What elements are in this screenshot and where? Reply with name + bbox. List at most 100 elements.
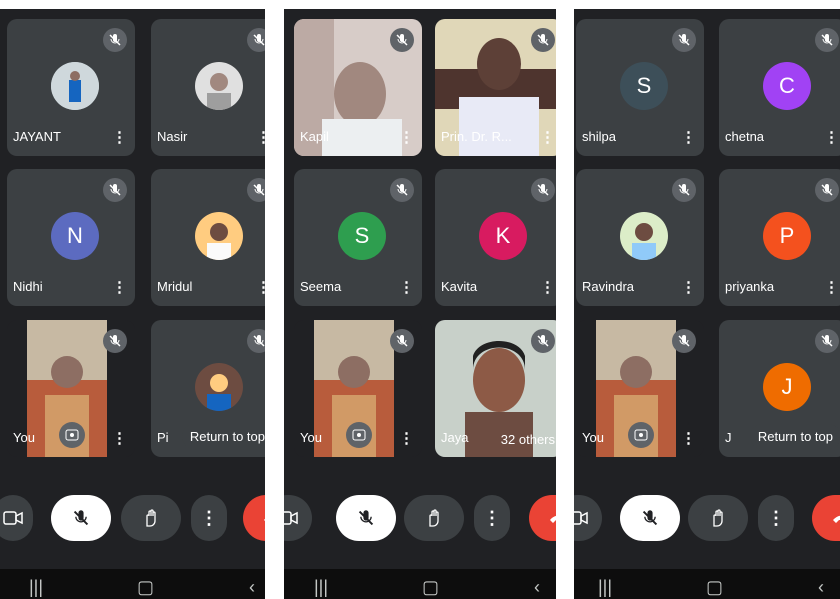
participant-tile[interactable]: Prin. Dr. R... ⋮	[435, 19, 556, 156]
more-options-icon[interactable]: ⋮	[112, 280, 127, 295]
self-view-tile[interactable]: You ⋮	[576, 320, 704, 457]
back-icon[interactable]: ‹	[818, 577, 824, 598]
more-options-icon[interactable]: ⋮	[540, 130, 555, 145]
more-options-icon[interactable]: ⋮	[112, 431, 127, 446]
participant-tile[interactable]: Pi Return to top	[151, 320, 265, 457]
self-view-tile[interactable]: You ⋮	[294, 320, 422, 457]
raise-hand-button[interactable]	[121, 495, 181, 541]
home-icon[interactable]: ▢	[706, 577, 723, 598]
raise-hand-button[interactable]	[688, 495, 748, 541]
mic-muted-icon	[247, 329, 265, 353]
participant-tile[interactable]: JAYANT ⋮	[7, 19, 135, 156]
raise-hand-button[interactable]	[404, 495, 464, 541]
recent-apps-icon[interactable]: |||	[598, 577, 612, 598]
return-to-top-button[interactable]: Return to top	[749, 424, 840, 449]
more-options-button[interactable]: ⋮	[758, 495, 794, 541]
more-options-icon[interactable]: ⋮	[112, 130, 127, 145]
more-options-icon[interactable]: ⋮	[399, 431, 414, 446]
end-call-button[interactable]	[243, 495, 265, 541]
participant-name: Kavita	[441, 279, 478, 294]
recent-apps-icon[interactable]: |||	[314, 577, 328, 598]
mic-toggle-button[interactable]	[51, 495, 111, 541]
participant-tile[interactable]: S Seema ⋮	[294, 169, 422, 306]
mic-muted-icon	[672, 28, 696, 52]
participant-tile[interactable]: P priyanka ⋮	[719, 169, 840, 306]
more-options-icon[interactable]: ⋮	[681, 280, 696, 295]
raise-hand-icon	[713, 509, 723, 527]
home-icon[interactable]: ▢	[137, 577, 154, 598]
participant-tile[interactable]: Ravindra ⋮	[576, 169, 704, 306]
camera-button[interactable]	[284, 495, 312, 541]
participant-name: Mridul	[157, 279, 193, 294]
self-view-tile[interactable]: You ⋮	[7, 320, 135, 457]
end-call-button[interactable]	[529, 495, 556, 541]
effects-icon[interactable]	[346, 422, 372, 448]
participant-tile[interactable]: S shilpa ⋮	[576, 19, 704, 156]
mic-muted-icon	[103, 329, 127, 353]
more-options-icon[interactable]: ⋮	[681, 431, 696, 446]
participant-avatar: S	[338, 212, 386, 260]
participant-name: chetna	[725, 129, 765, 144]
avatar-letter: N	[67, 223, 83, 248]
system-nav-bar: ||| ▢ ‹	[284, 569, 556, 599]
more-options-icon[interactable]: ⋮	[824, 130, 839, 145]
effects-icon[interactable]	[628, 422, 654, 448]
more-options-icon[interactable]: ⋮	[256, 130, 265, 145]
camera-button[interactable]	[574, 495, 602, 541]
end-call-icon	[550, 515, 556, 523]
home-icon[interactable]: ▢	[422, 577, 439, 598]
participant-tile[interactable]: J J Return to top	[719, 320, 840, 457]
back-icon[interactable]: ‹	[249, 577, 255, 598]
avatar-letter: S	[636, 73, 652, 98]
effects-icon[interactable]	[59, 422, 85, 448]
participant-name: You	[582, 430, 604, 445]
participant-name: JAYANT	[13, 129, 61, 144]
end-call-icon	[264, 519, 265, 521]
participant-tile[interactable]: Mridul ⋮	[151, 169, 265, 306]
participant-tile[interactable]: Jaya 32 others	[435, 320, 556, 457]
more-options-icon[interactable]: ⋮	[681, 130, 696, 145]
recent-apps-icon[interactable]: |||	[29, 577, 43, 598]
participant-avatar	[195, 363, 243, 411]
participant-tile[interactable]: C chetna ⋮	[719, 19, 840, 156]
mic-toggle-button[interactable]	[336, 495, 396, 541]
participant-name: Kapil	[300, 129, 329, 144]
avatar-letter: J	[781, 374, 793, 399]
meet-screen-2: Kapil ⋮ Prin. Dr. R... ⋮ S Seema ⋮ K Kav…	[284, 9, 556, 599]
more-options-icon[interactable]: ⋮	[256, 280, 265, 295]
more-options-button[interactable]: ⋮	[474, 495, 510, 541]
avatar-letter: S	[354, 223, 370, 248]
more-options-icon[interactable]: ⋮	[540, 280, 555, 295]
camera-button[interactable]	[0, 495, 33, 541]
participant-name: You	[300, 430, 322, 445]
back-icon[interactable]: ‹	[534, 577, 540, 598]
participant-name: Nidhi	[13, 279, 43, 294]
participant-name: Seema	[300, 279, 342, 294]
others-count[interactable]: 32 others	[501, 432, 555, 447]
mic-muted-icon	[390, 178, 414, 202]
participant-name: priyanka	[725, 279, 775, 294]
mic-off-icon	[73, 510, 89, 526]
end-call-button[interactable]	[812, 495, 840, 541]
more-options-icon[interactable]: ⋮	[399, 130, 414, 145]
avatar-letter: P	[779, 223, 795, 248]
return-to-top-button[interactable]: Return to top	[181, 424, 265, 449]
mic-muted-icon	[390, 28, 414, 52]
mic-muted-icon	[103, 178, 127, 202]
participant-name: J	[725, 430, 732, 445]
system-nav-bar: ||| ▢ ‹	[0, 569, 265, 599]
raise-hand-icon	[146, 509, 156, 527]
participant-tile[interactable]: N Nidhi ⋮	[7, 169, 135, 306]
participant-name: You	[13, 430, 35, 445]
participant-tile[interactable]: Kapil ⋮	[294, 19, 422, 156]
mic-muted-icon	[390, 329, 414, 353]
more-options-icon[interactable]: ⋮	[824, 280, 839, 295]
more-options-button[interactable]: ⋮	[191, 495, 227, 541]
participant-avatar: P	[763, 212, 811, 260]
more-options-icon[interactable]: ⋮	[399, 280, 414, 295]
participant-tile[interactable]: Nasir ⋮	[151, 19, 265, 156]
participant-avatar	[620, 212, 668, 260]
participant-tile[interactable]: K Kavita ⋮	[435, 169, 556, 306]
mic-toggle-button[interactable]	[620, 495, 680, 541]
mic-muted-icon	[247, 28, 265, 52]
